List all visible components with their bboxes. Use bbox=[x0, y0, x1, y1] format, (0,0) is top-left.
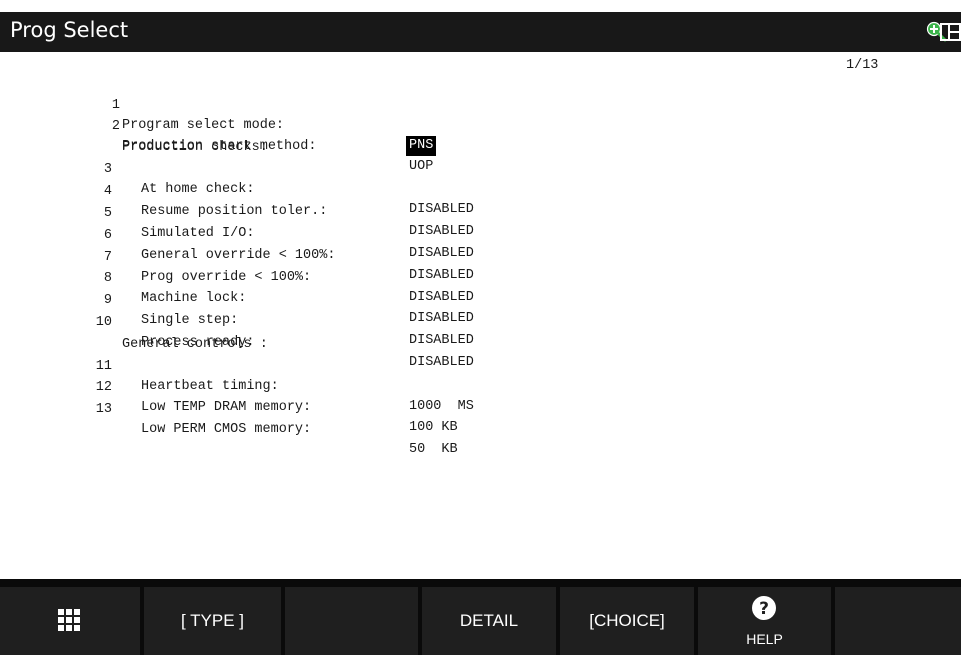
type-button-label: [ TYPE ] bbox=[181, 611, 244, 630]
function-key-f5[interactable] bbox=[835, 587, 961, 655]
row-program-select-mode[interactable]: 1 Program select mode: PNS bbox=[0, 76, 961, 156]
row-low-perm-cmos[interactable]: 13 Low PERM CMOS memory: 50 KB bbox=[0, 380, 961, 457]
choice-button-label: [CHOICE] bbox=[589, 611, 665, 630]
row-number: 13 bbox=[95, 402, 112, 417]
function-bar-separator bbox=[0, 579, 961, 587]
row-value[interactable]: 100 KB bbox=[406, 418, 461, 438]
row-at-home-check[interactable]: 3 At home check: DISABLED bbox=[0, 140, 961, 217]
split-screen-icon[interactable] bbox=[940, 23, 961, 41]
row-value[interactable]: 50 KB bbox=[406, 440, 461, 460]
function-key-bar: [ TYPE ] DETAIL [CHOICE] ? HELP bbox=[0, 587, 961, 655]
grid-menu-icon bbox=[58, 609, 80, 631]
row-label: Low TEMP DRAM memory: bbox=[141, 400, 312, 415]
help-button-label: HELP bbox=[746, 631, 783, 647]
section-heading-production-checks: Production checks: bbox=[0, 118, 961, 155]
top-strip bbox=[0, 0, 961, 12]
function-key-f2[interactable] bbox=[285, 587, 418, 655]
row-single-step[interactable]: 9 Single step: DISABLED bbox=[0, 271, 961, 348]
detail-button[interactable]: DETAIL bbox=[422, 587, 556, 655]
section-heading-general-controls: General controls : bbox=[0, 315, 961, 352]
row-resume-position-toler[interactable]: 4 Resume position toler.: DISABLED bbox=[0, 162, 961, 239]
row-production-start-method[interactable]: 2 Production start method: UOP bbox=[0, 97, 961, 174]
row-simulated-io[interactable]: 5 Simulated I/O: DISABLED bbox=[0, 184, 961, 261]
row-process-ready[interactable]: 10 Process ready: DISABLED bbox=[0, 293, 961, 370]
row-machine-lock[interactable]: 8 Machine lock: DISABLED bbox=[0, 249, 961, 326]
help-question-icon: ? bbox=[750, 594, 778, 622]
choice-button[interactable]: [CHOICE] bbox=[560, 587, 694, 655]
type-button[interactable]: [ TYPE ] bbox=[144, 587, 281, 655]
page-indicator: 1/13 bbox=[846, 58, 879, 73]
row-low-temp-dram[interactable]: 12 Low TEMP DRAM memory: 100 KB bbox=[0, 358, 961, 435]
row-heartbeat-timing[interactable]: 11 Heartbeat timing: 1000 MS bbox=[0, 337, 961, 414]
row-label: Low PERM CMOS memory: bbox=[141, 422, 312, 437]
title-bar: Prog Select bbox=[0, 12, 961, 52]
menu-button[interactable] bbox=[0, 587, 140, 655]
detail-button-label: DETAIL bbox=[459, 611, 519, 630]
row-prog-override[interactable]: 7 Prog override < 100%: DISABLED bbox=[0, 228, 961, 305]
row-value[interactable]: 1000 MS bbox=[406, 397, 477, 417]
row-general-override[interactable]: 6 General override < 100%: DISABLED bbox=[0, 206, 961, 283]
help-button[interactable]: ? HELP bbox=[698, 587, 831, 655]
svg-text:?: ? bbox=[759, 599, 769, 619]
window-title: Prog Select bbox=[10, 18, 129, 42]
content-area: 1/13 1 Program select mode: PNS 2 Produc… bbox=[0, 52, 961, 579]
